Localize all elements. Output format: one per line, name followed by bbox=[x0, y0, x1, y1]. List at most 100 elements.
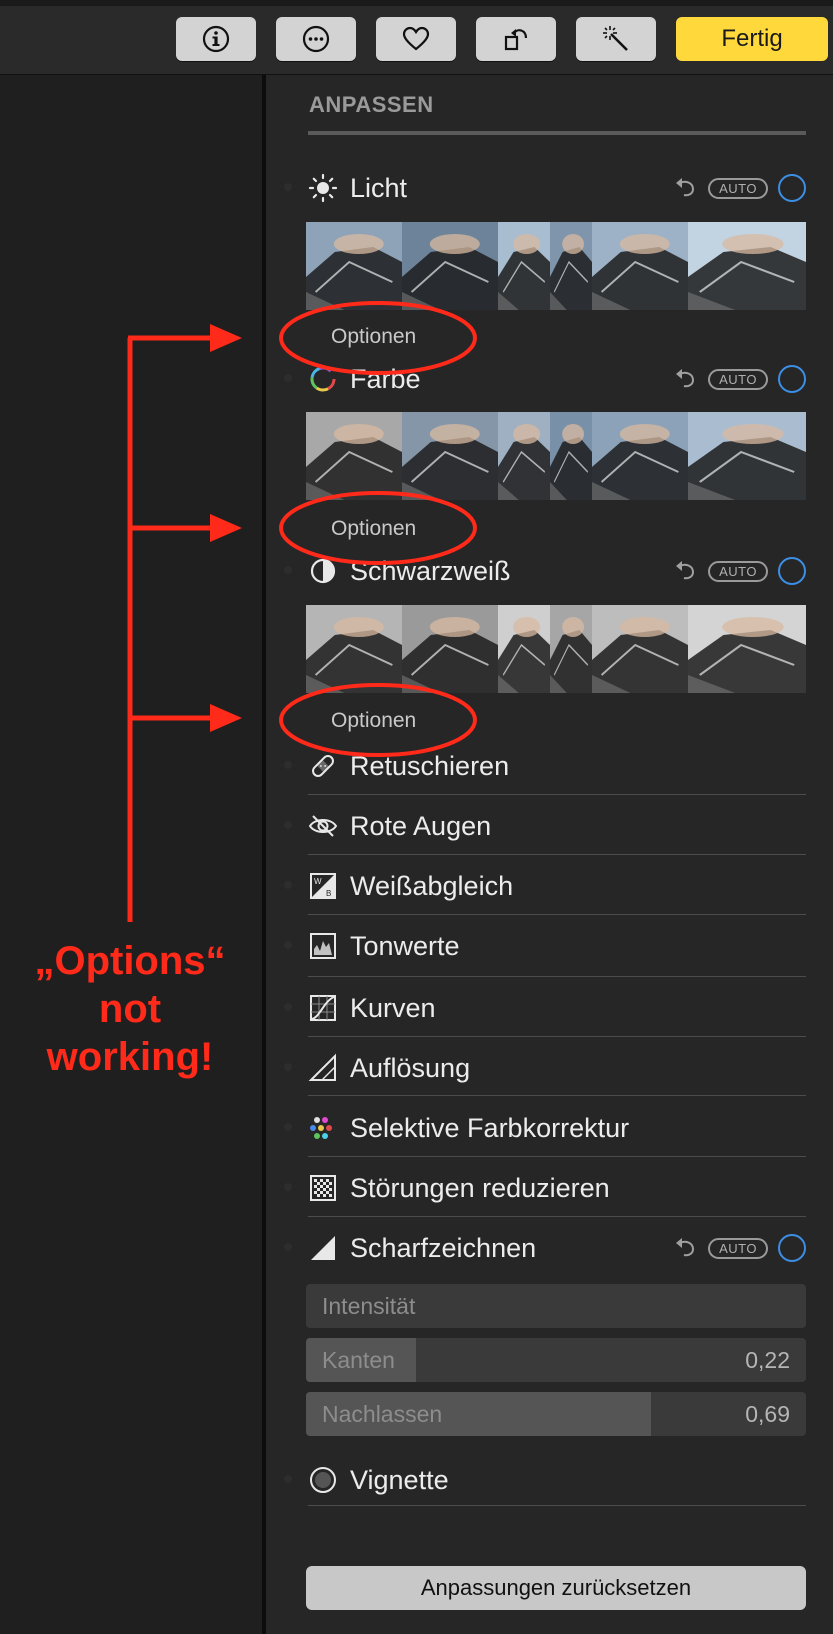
noise-icon bbox=[308, 1173, 338, 1203]
licht-preview-strip[interactable] bbox=[306, 222, 806, 310]
row-divider bbox=[308, 1505, 806, 1506]
section-label: Farbe bbox=[350, 363, 421, 394]
auto-button[interactable]: AUTO bbox=[708, 368, 768, 390]
farbe-preview-strip[interactable] bbox=[306, 412, 806, 500]
preview-thumbnail[interactable] bbox=[592, 222, 688, 310]
info-button[interactable] bbox=[176, 17, 256, 61]
slider-value: 0,22 bbox=[745, 1347, 790, 1373]
section-label: Rote Augen bbox=[350, 810, 492, 841]
section-aufloesung[interactable]: Auflösung bbox=[308, 1043, 806, 1093]
done-button[interactable]: Fertig bbox=[676, 17, 828, 61]
row-divider bbox=[308, 976, 806, 977]
options-button-farbe[interactable]: Optionen bbox=[331, 517, 416, 541]
schwarzweiss-preview-strip[interactable] bbox=[306, 605, 806, 693]
toggle-ring[interactable] bbox=[778, 557, 806, 585]
undo-icon[interactable] bbox=[672, 558, 698, 584]
toolbar: Fertig bbox=[0, 0, 833, 75]
row-divider bbox=[308, 1156, 806, 1157]
curves-icon bbox=[308, 993, 338, 1023]
options-button-schwarzweiss[interactable]: Optionen bbox=[331, 709, 416, 733]
preview-thumbnail[interactable] bbox=[550, 605, 592, 693]
expand-bullet[interactable] bbox=[284, 374, 292, 382]
auto-button[interactable]: AUTO bbox=[708, 1237, 768, 1259]
panel-title-rule bbox=[308, 131, 806, 135]
section-selektive-farbkorrektur[interactable]: Selektive Farbkorrektur bbox=[308, 1103, 806, 1153]
expand-bullet[interactable] bbox=[284, 761, 292, 769]
eye-slash-icon bbox=[308, 811, 338, 841]
svg-text:W: W bbox=[314, 877, 322, 886]
section-label: Scharfzeichnen bbox=[350, 1232, 537, 1263]
expand-bullet[interactable] bbox=[284, 881, 292, 889]
preview-thumbnail[interactable] bbox=[550, 412, 592, 500]
preview-thumbnail[interactable] bbox=[498, 412, 550, 500]
preview-thumbnail[interactable] bbox=[498, 222, 550, 310]
undo-icon[interactable] bbox=[672, 175, 698, 201]
auto-button[interactable]: AUTO bbox=[708, 560, 768, 582]
preview-thumbnail[interactable] bbox=[498, 605, 550, 693]
intensity-slider[interactable]: Intensität bbox=[306, 1284, 806, 1328]
preview-thumbnail[interactable] bbox=[402, 412, 498, 500]
row-divider bbox=[308, 1216, 806, 1217]
expand-bullet[interactable] bbox=[284, 1183, 292, 1191]
auto-button[interactable]: AUTO bbox=[708, 177, 768, 199]
reset-adjustments-button[interactable]: Anpassungen zurücksetzen bbox=[306, 1566, 806, 1610]
options-button-licht[interactable]: Optionen bbox=[331, 325, 416, 349]
section-tonwerte[interactable]: Tonwerte bbox=[308, 921, 806, 971]
expand-bullet[interactable] bbox=[284, 941, 292, 949]
section-retuschieren[interactable]: Retuschieren bbox=[308, 741, 806, 791]
slider-label: Nachlassen bbox=[322, 1401, 443, 1427]
expand-bullet[interactable] bbox=[284, 566, 292, 574]
toggle-ring[interactable] bbox=[778, 1234, 806, 1262]
slider-value: 0,69 bbox=[745, 1401, 790, 1427]
preview-thumbnail[interactable] bbox=[688, 412, 806, 500]
section-weissabgleich[interactable]: W B Weißabgleich bbox=[308, 861, 806, 911]
annotation-line: not bbox=[98, 987, 162, 1031]
expand-bullet[interactable] bbox=[284, 1243, 292, 1251]
favorite-button[interactable] bbox=[376, 17, 456, 61]
section-label: Weißabgleich bbox=[350, 870, 514, 901]
heart-icon bbox=[402, 26, 430, 51]
undo-icon[interactable] bbox=[672, 366, 698, 392]
section-vignette[interactable]: Vignette bbox=[308, 1455, 806, 1505]
expand-bullet[interactable] bbox=[284, 821, 292, 829]
section-stoerungen-reduzieren[interactable]: Störungen reduzieren bbox=[308, 1163, 806, 1213]
toggle-ring[interactable] bbox=[778, 174, 806, 202]
more-button[interactable] bbox=[276, 17, 356, 61]
expand-bullet[interactable] bbox=[284, 1003, 292, 1011]
preview-thumbnail[interactable] bbox=[402, 222, 498, 310]
undo-icon[interactable] bbox=[672, 1235, 698, 1261]
preview-thumbnail[interactable] bbox=[688, 222, 806, 310]
enhance-button[interactable] bbox=[576, 17, 656, 61]
preview-thumbnail[interactable] bbox=[550, 222, 592, 310]
expand-bullet[interactable] bbox=[284, 183, 292, 191]
rotate-button[interactable] bbox=[476, 17, 556, 61]
annotation-text: „Options“ not working! bbox=[10, 937, 250, 1081]
preview-thumbnail[interactable] bbox=[306, 412, 402, 500]
preview-thumbnail[interactable] bbox=[306, 605, 402, 693]
section-licht[interactable]: Licht AUTO bbox=[308, 163, 806, 213]
section-scharfzeichnen[interactable]: Scharfzeichnen AUTO bbox=[308, 1223, 806, 1273]
rotate-icon bbox=[504, 29, 528, 51]
preview-thumbnail[interactable] bbox=[592, 412, 688, 500]
expand-bullet[interactable] bbox=[284, 1123, 292, 1131]
row-divider bbox=[308, 1036, 806, 1037]
expand-bullet[interactable] bbox=[284, 1063, 292, 1071]
section-farbe[interactable]: Farbe AUTO bbox=[308, 354, 806, 404]
toolbar-top-edge bbox=[0, 0, 833, 6]
preview-thumbnail[interactable] bbox=[592, 605, 688, 693]
section-kurven[interactable]: Kurven bbox=[308, 983, 806, 1033]
section-rote-augen[interactable]: Rote Augen bbox=[308, 801, 806, 851]
section-label: Tonwerte bbox=[350, 930, 460, 961]
section-label: Schwarzweiß bbox=[350, 555, 511, 586]
edges-slider[interactable]: Kanten 0,22 bbox=[306, 1338, 806, 1382]
color-dots-icon bbox=[308, 1113, 338, 1143]
toggle-ring[interactable] bbox=[778, 365, 806, 393]
preview-thumbnail[interactable] bbox=[402, 605, 498, 693]
sharpen-triangle-icon bbox=[308, 1233, 338, 1263]
preview-thumbnail[interactable] bbox=[306, 222, 402, 310]
preview-thumbnail[interactable] bbox=[688, 605, 806, 693]
falloff-slider[interactable]: Nachlassen 0,69 bbox=[306, 1392, 806, 1436]
section-schwarzweiss[interactable]: Schwarzweiß AUTO bbox=[308, 546, 806, 596]
section-controls: AUTO bbox=[672, 546, 806, 596]
expand-bullet[interactable] bbox=[284, 1475, 292, 1483]
